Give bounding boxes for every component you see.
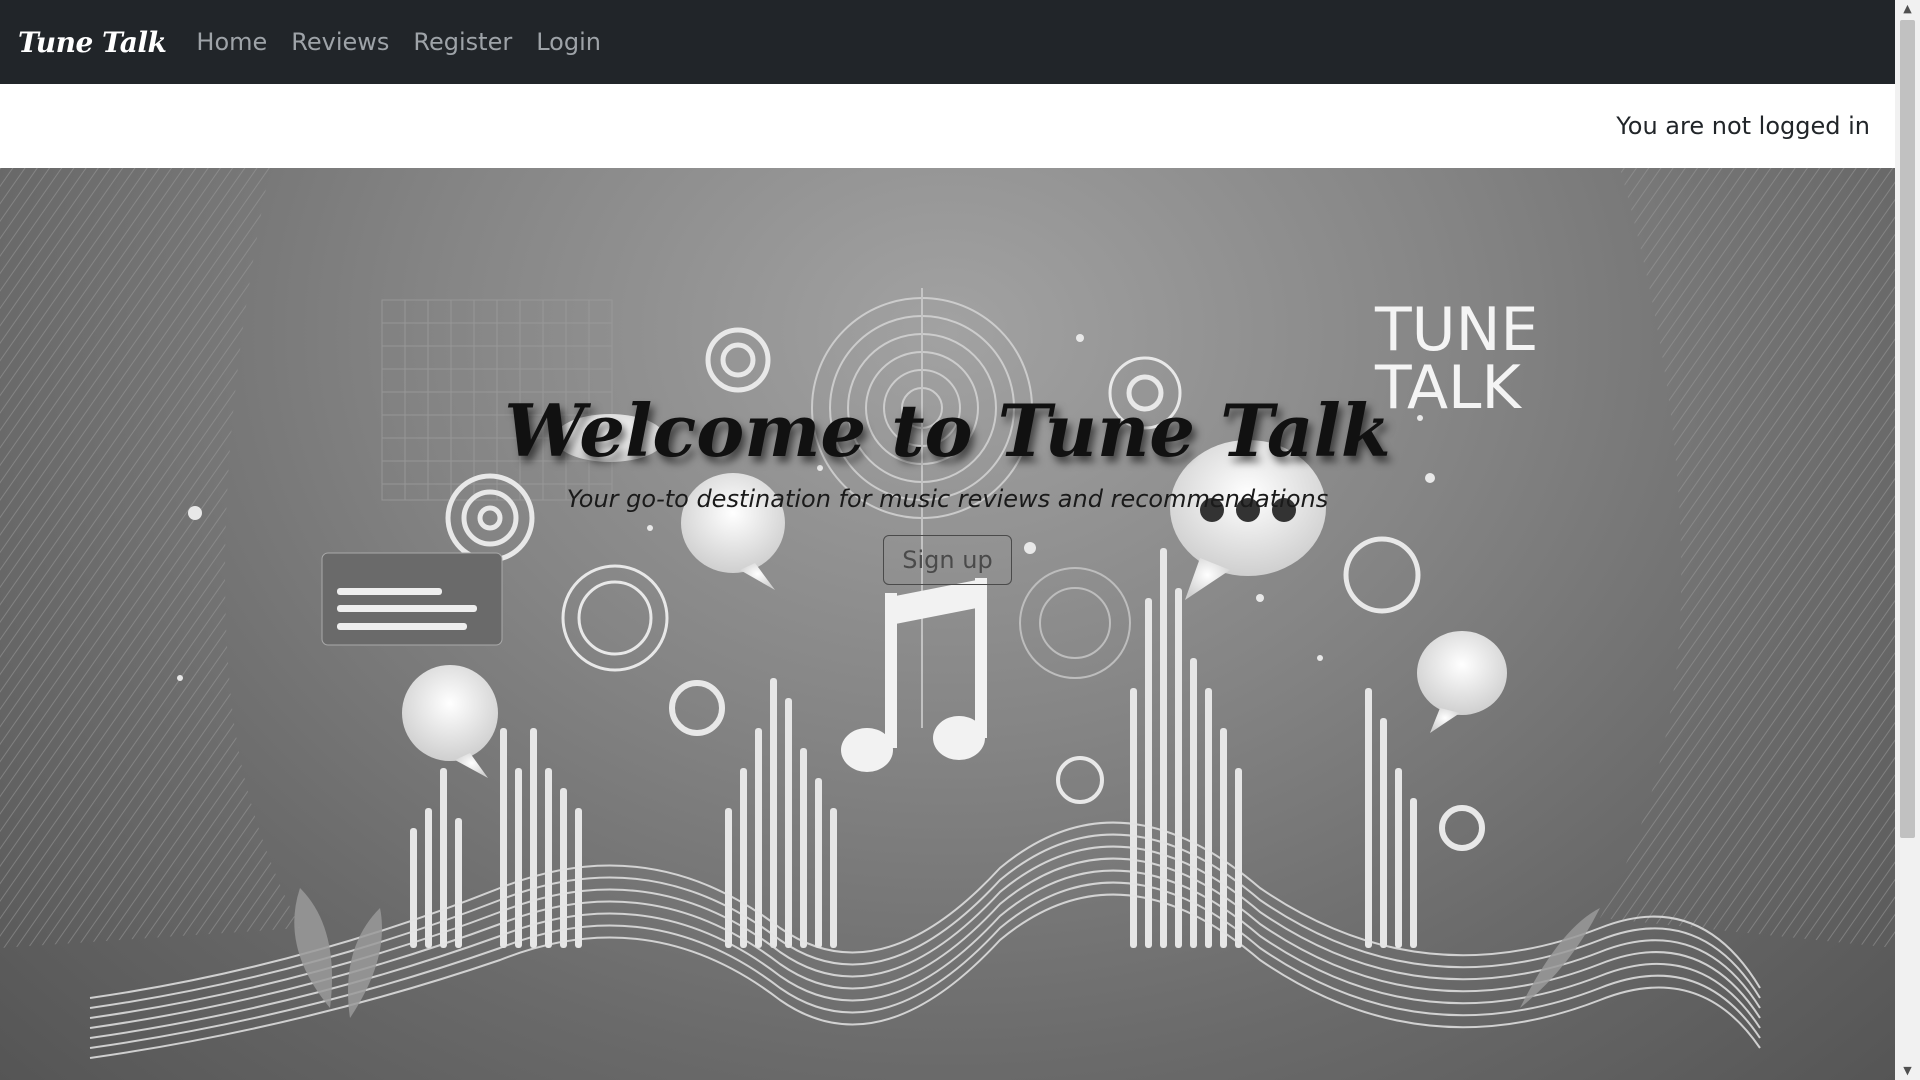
scrollbar-thumb[interactable] [1900,20,1915,838]
login-status-bar: You are not logged in [0,84,1895,168]
music-note-icon [841,578,987,772]
hero-subtitle: Your go-to destination for music reviews… [566,485,1329,513]
wave-decoration [89,821,1761,1059]
scroll-down-arrow-icon[interactable]: ▼ [1895,1062,1920,1080]
page-scrollbar[interactable]: ▲ ▼ [1895,0,1920,1080]
nav-link-login[interactable]: Login [536,28,601,56]
sign-up-button[interactable]: Sign up [883,535,1012,585]
hero-title: Welcome to Tune Talk [504,388,1391,473]
nav-link-home[interactable]: Home [196,28,267,56]
hero-background-image: TUNE TALK [0,168,1895,1059]
brand-logo[interactable]: Tune Talk [18,26,167,59]
nav-link-reviews[interactable]: Reviews [291,28,389,56]
hero-content: Welcome to Tune Talk Your go-to destinat… [0,388,1895,585]
login-status-text: You are not logged in [1616,112,1870,140]
nav-link-register[interactable]: Register [413,28,512,56]
navbar: Tune Talk Home Reviews Register Login [0,0,1895,84]
scroll-up-arrow-icon[interactable]: ▲ [1895,0,1920,18]
hero-section: TUNE TALK Welcome to Tune Talk Your go-t… [0,168,1895,1080]
